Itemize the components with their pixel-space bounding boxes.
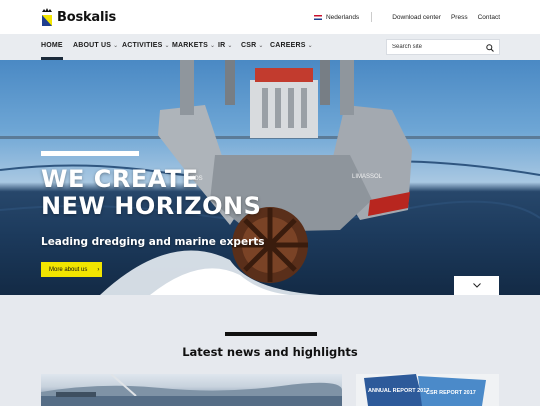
hero-subtitle: Leading dredging and marine experts [41,236,265,248]
search-input[interactable] [392,44,487,50]
chevron-right-icon: › [97,266,100,273]
news-accent-bar [225,332,317,336]
site-search [386,39,500,55]
contact-link[interactable]: Contact [478,14,500,21]
hero-banner: ELIOS LIMASSOL WE CREATE NEW HORIZONS Le… [0,60,540,295]
chevron-down-icon: ⌄ [113,43,119,49]
chevron-down-icon [472,283,481,288]
nav-item-about-us[interactable]: ABOUT US ⌄ [73,42,118,49]
press-link[interactable]: Press [451,14,468,21]
news-card-image-harbor[interactable] [41,374,342,406]
more-about-us-button[interactable]: More about us › [41,262,102,277]
hero-title: WE CREATE NEW HORIZONS [41,166,261,220]
language-label: Nederlands [325,13,360,21]
nav-item-careers[interactable]: CAREERS ⌄ [270,42,313,49]
reports-photo: ANNUAL REPORT 2017 CSR REPORT 2017 [364,374,486,406]
harbor-photo [41,374,342,406]
brand-name: Boskalis [57,9,117,25]
chevron-down-icon: ⌄ [307,43,313,49]
nav-item-ir[interactable]: IR ⌄ [218,42,233,49]
nav-label: CAREERS [270,42,306,49]
top-bar: Boskalis Nederlands Download center Pres… [0,0,540,34]
csr-report-text: CSR REPORT 2017 [426,390,476,396]
divider [371,12,373,22]
news-card-image-reports[interactable]: ANNUAL REPORT 2017 CSR REPORT 2017 [356,374,499,406]
annual-report-text: ANNUAL REPORT 2017 [368,388,429,394]
main-nav: HOME ABOUT US ⌄ ACTIVITIES ⌄ MARKETS ⌄ IR ⌄ … [0,34,540,60]
download-center-link[interactable]: Download center [392,14,441,21]
language-switch[interactable]: Nederlands [313,13,360,21]
nav-item-csr[interactable]: CSR ⌄ [241,42,264,49]
chevron-down-icon: ⌄ [210,43,216,49]
nav-label: ACTIVITIES [122,42,163,49]
dutch-flag-icon [313,14,322,20]
chevron-down-icon: ⌄ [164,43,170,49]
cta-label: More about us [49,266,88,273]
nav-label: MARKETS [172,42,209,49]
news-section: Latest news and highlights ANNUAL REPORT… [0,295,540,406]
nav-label: CSR [241,42,257,49]
scroll-down-button[interactable] [454,276,499,295]
nav-item-markets[interactable]: MARKETS ⌄ [172,42,215,49]
news-heading: Latest news and highlights [182,345,358,359]
nav-label: ABOUT US [73,42,112,49]
boskalis-logo[interactable]: Boskalis [41,7,116,27]
nav-label: IR [218,42,226,49]
hero-title-line-2: NEW HORIZONS [41,192,262,220]
search-icon[interactable] [486,44,494,52]
hero-accent-bar [41,151,139,156]
utility-nav: Nederlands Download center Press Contact [313,12,500,22]
ship-port-text: LIMASSOL [352,174,383,180]
nav-item-home[interactable]: HOME [41,42,63,60]
nav-label: HOME [41,42,63,49]
hero-title-line-1: WE CREATE [41,165,199,193]
chevron-down-icon: ⌄ [258,43,264,49]
nav-item-activities[interactable]: ACTIVITIES ⌄ [122,42,170,49]
chevron-down-icon: ⌄ [227,43,233,49]
crown-logo-icon [42,8,52,26]
